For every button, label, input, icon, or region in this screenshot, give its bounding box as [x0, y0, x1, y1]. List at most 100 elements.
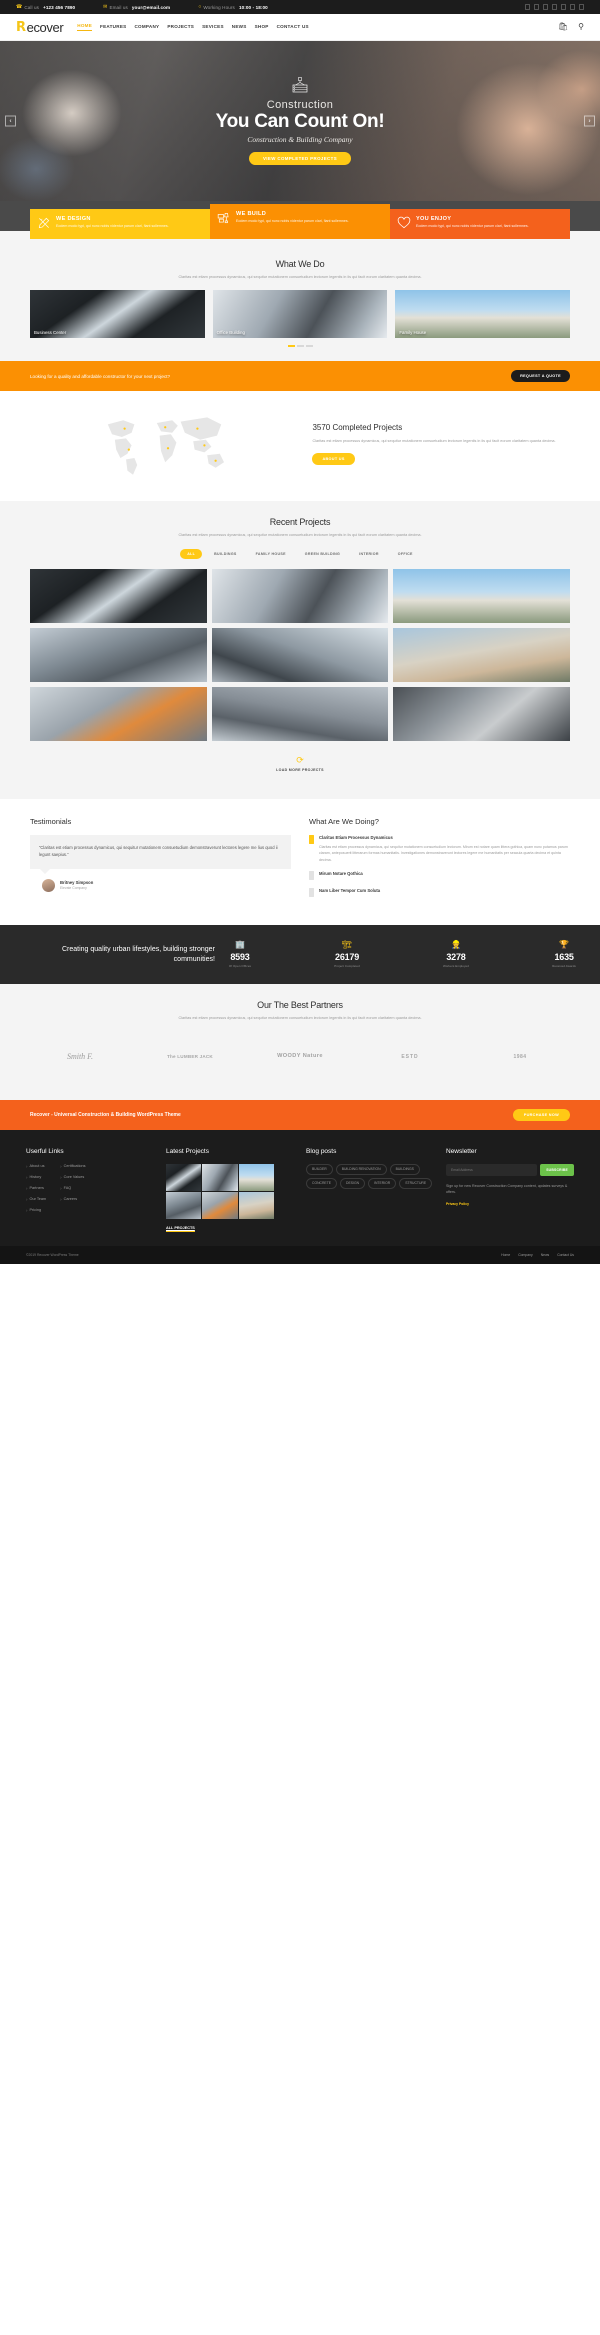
carousel-dot[interactable] — [296, 345, 304, 348]
tag-interior[interactable]: INTERIOR — [368, 1177, 397, 1189]
nav-item-contact-us[interactable]: CONTACT US — [277, 24, 309, 31]
tag-structure[interactable]: STRUCTURE — [399, 1177, 433, 1189]
service-card-you-enjoy[interactable]: YOU ENJOY Eodem modo typi, qui nunc nobi… — [390, 209, 570, 239]
partner-logo-woody[interactable]: WOODY Nature — [250, 1036, 350, 1078]
blog-tags: BUILDER BUILDING RENOVATION BUILDINGS CO… — [306, 1163, 434, 1189]
project-thumb[interactable] — [30, 686, 207, 741]
service-card-we-design[interactable]: WE DESIGN Eodem modo typi, qui nunc nobi… — [30, 209, 210, 239]
all-projects-link[interactable]: ALL PROJECTS — [166, 1226, 195, 1232]
accordion-item[interactable]: Mirum Notare Qothica — [309, 871, 570, 881]
pinterest-icon[interactable] — [552, 4, 557, 10]
service-card-we-build[interactable]: WE BUILD Eodem modo typi, qui nunc nobis… — [210, 204, 390, 239]
project-thumb[interactable] — [211, 686, 389, 741]
footer-link-our-team[interactable]: Our Team — [26, 1197, 47, 1202]
load-more-projects[interactable]: ⟳ LOAD MORE PROJECTS — [30, 755, 570, 773]
tag-concrete[interactable]: CONCRETE — [306, 1177, 338, 1189]
project-thumb[interactable] — [393, 627, 570, 682]
partner-logo-1984[interactable]: 1984 — [470, 1036, 570, 1078]
nav-item-features[interactable]: FEATURES — [100, 24, 126, 31]
search-icon[interactable]: ⚲ — [578, 23, 584, 31]
footer-thumb[interactable] — [238, 1163, 274, 1191]
footer-link-careers[interactable]: Careers — [60, 1197, 85, 1202]
project-thumb[interactable] — [30, 627, 207, 682]
accordion-title: What Are We Doing? — [309, 816, 379, 826]
world-map — [30, 409, 300, 479]
partner-logo-lumber-jack[interactable]: The LUMBER JACK — [140, 1036, 240, 1078]
footer-thumb[interactable] — [238, 1191, 274, 1219]
nav-item-shop[interactable]: SHOP — [255, 24, 269, 31]
project-thumb[interactable] — [30, 568, 207, 623]
project-card[interactable]: Office Building — [212, 290, 388, 339]
footer-link-about-us[interactable]: About us — [26, 1164, 46, 1169]
nav-item-home[interactable]: HOME — [77, 23, 93, 31]
accordion-item-open[interactable]: Claritas Etiam Processus Dynamicus Clari… — [309, 834, 570, 863]
filter-buildings[interactable]: BUILDINGS — [207, 549, 243, 559]
copyright-link-home[interactable]: Home — [501, 1253, 510, 1257]
hero-next-arrow[interactable]: › — [584, 115, 595, 127]
tag-building-renovation[interactable]: BUILDING RENOVATION — [335, 1163, 387, 1175]
footer-link-history[interactable]: History — [26, 1175, 46, 1180]
filter-family-house[interactable]: FAMILY HOUSE — [249, 549, 293, 559]
footer-thumb[interactable] — [202, 1163, 238, 1191]
newsletter-email-input[interactable] — [446, 1163, 538, 1176]
copyright-links: Home Company News Contact Us — [501, 1253, 574, 1257]
rss-icon[interactable] — [579, 4, 584, 10]
hero-cta-button[interactable]: VIEW COMPLETED PROJECTS — [248, 152, 352, 166]
logo[interactable]: R ecover — [16, 20, 64, 35]
footer-thumb[interactable] — [166, 1191, 202, 1219]
twitter-icon[interactable] — [534, 4, 539, 10]
project-thumb[interactable] — [211, 568, 389, 623]
footer-thumb[interactable] — [166, 1163, 202, 1191]
request-quote-button[interactable]: REQUEST A QUOTE — [511, 370, 570, 383]
tag-buildings[interactable]: BUILDINGS — [389, 1163, 420, 1175]
copyright-link-news[interactable]: News — [541, 1253, 549, 1257]
tag-design[interactable]: DESIGN — [340, 1177, 366, 1189]
filter-office[interactable]: OFFICE — [391, 549, 420, 559]
youtube-icon[interactable] — [570, 4, 575, 10]
carousel-dot[interactable] — [287, 345, 295, 348]
carousel-dot[interactable] — [305, 345, 313, 348]
nav-item-news[interactable]: NEWS — [232, 24, 247, 31]
accordion-item[interactable]: Nam Liber Tempor Cum Soluta — [309, 888, 570, 898]
filter-interior[interactable]: INTERIOR — [352, 549, 386, 559]
about-us-button[interactable]: ABOUT US — [312, 452, 355, 465]
footer-thumb[interactable] — [202, 1191, 238, 1219]
accordion-marker — [309, 888, 314, 898]
cart-icon[interactable]: 🛍 — [558, 23, 568, 31]
instagram-icon[interactable] — [561, 4, 566, 10]
footer-link-certifications[interactable]: Certifications — [60, 1164, 86, 1169]
nav-item-projects[interactable]: PROJECTS — [167, 24, 194, 31]
topbar-phone[interactable]: ☎ Call us +123 456 7890 — [16, 4, 75, 10]
tag-builder[interactable]: BUILDER — [306, 1163, 333, 1175]
partner-logo-estd[interactable]: ESTD — [360, 1036, 460, 1078]
project-thumb[interactable] — [211, 627, 389, 682]
topbar-email[interactable]: ✉ Email us your@email.com — [103, 4, 171, 10]
copyright-link-company[interactable]: Company — [518, 1253, 533, 1257]
newsletter-subscribe-button[interactable]: SUBSCRIBE — [540, 1163, 574, 1176]
what-we-do-cards: Business Center Office Building Family H… — [30, 290, 571, 339]
partner-logo-smith[interactable]: Smith F. — [30, 1036, 130, 1078]
footer-link-pricing[interactable]: Pricing — [26, 1208, 46, 1213]
site-header: R ecover HOME FEATURES COMPANY PROJECTS … — [0, 14, 600, 41]
footer-link-partners[interactable]: Partners — [26, 1186, 46, 1191]
footer-link-faq[interactable]: FAQ — [60, 1186, 85, 1191]
section-title: Our The Best Partners — [257, 1000, 343, 1011]
filter-green-building[interactable]: GREEN BUILDING — [298, 549, 347, 559]
filter-all[interactable]: ALL — [180, 548, 203, 559]
purchase-now-button[interactable]: PURCHASE NOW — [512, 1108, 570, 1121]
facebook-icon[interactable] — [525, 4, 530, 10]
nav-item-company[interactable]: COMPANY — [134, 24, 159, 31]
copyright-link-contact-us[interactable]: Contact Us — [557, 1253, 574, 1257]
nav-item-sevices[interactable]: SEVICES — [202, 24, 224, 31]
project-card[interactable]: Business Center — [30, 290, 205, 339]
linkedin-icon[interactable] — [543, 4, 548, 10]
footer-link-core-values[interactable]: Core Values — [60, 1175, 85, 1180]
privacy-policy-link[interactable]: Privacy Policy — [446, 1202, 574, 1206]
service-text: Eodem modo typi, qui nunc nobis videntur… — [236, 219, 349, 223]
project-thumb[interactable] — [393, 686, 570, 741]
project-thumb[interactable] — [393, 568, 570, 623]
hero-prev-arrow[interactable]: ‹ — [5, 115, 16, 127]
project-card[interactable]: Family House — [395, 290, 571, 339]
service-text: Eodem modo typi, qui nunc nobis videntur… — [416, 224, 529, 228]
topbar-email-value: your@email.com — [131, 4, 171, 10]
